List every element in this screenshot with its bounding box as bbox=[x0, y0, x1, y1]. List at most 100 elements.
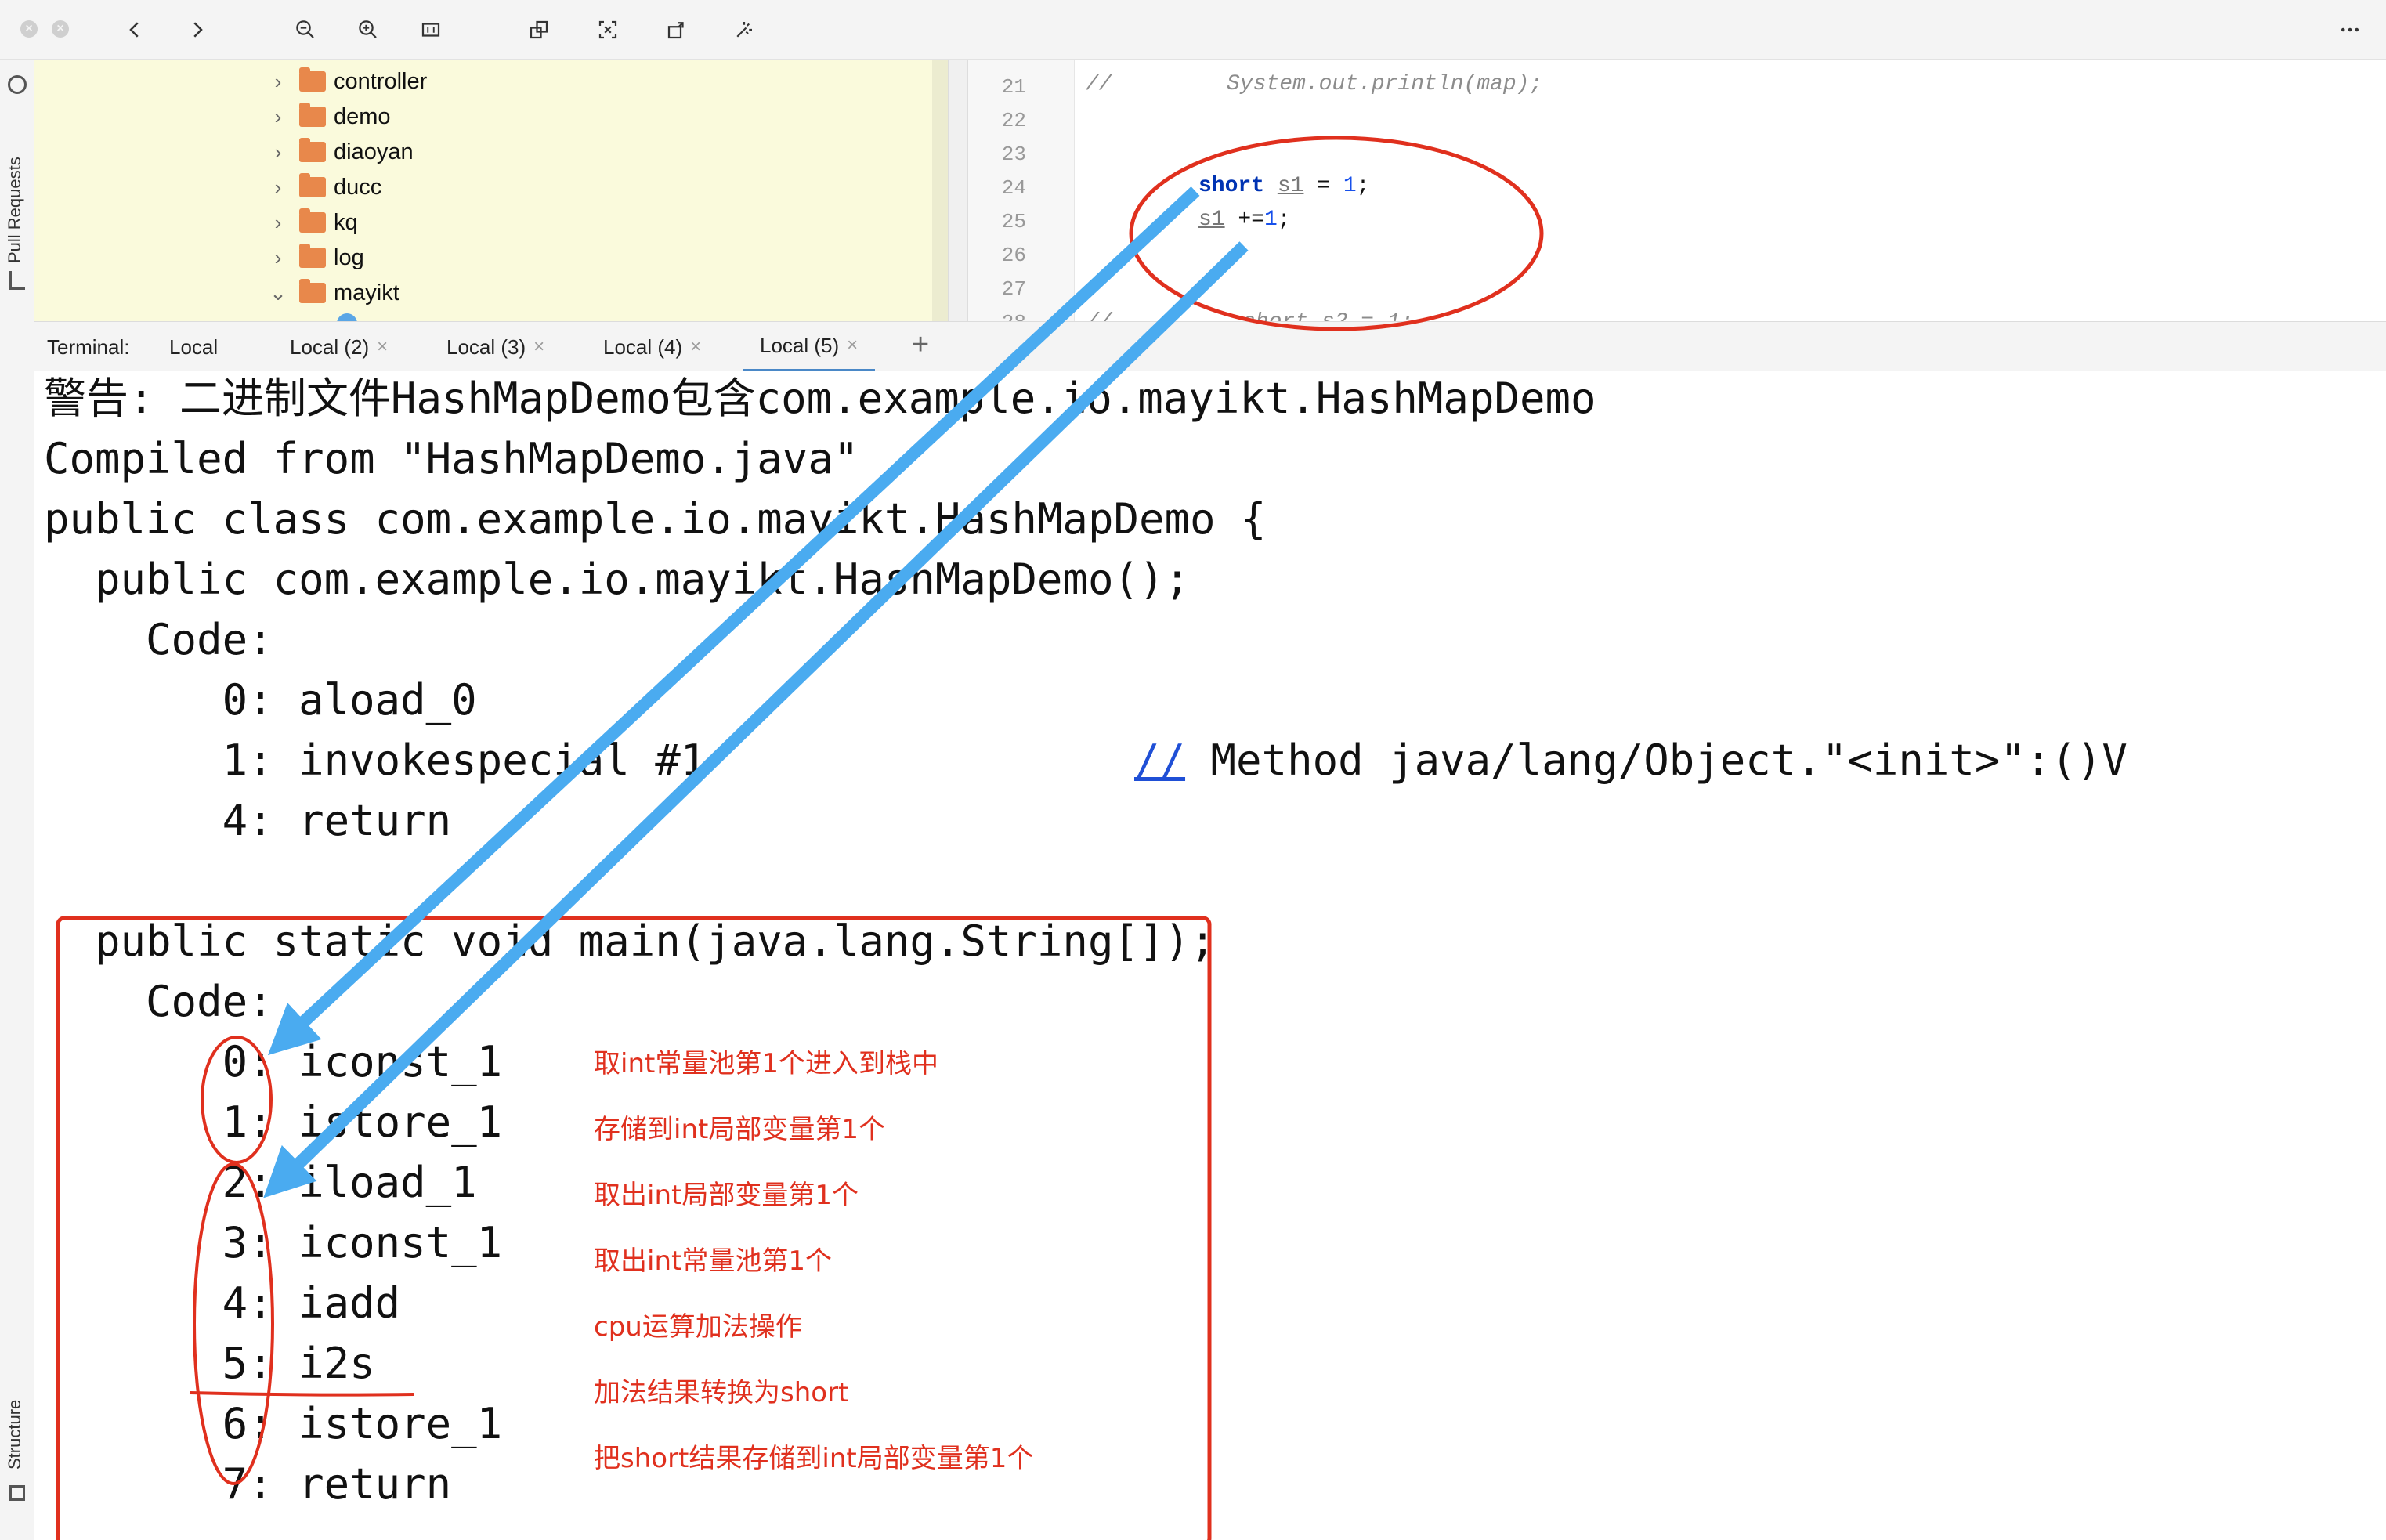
zoom-in-icon[interactable] bbox=[349, 11, 387, 49]
chevron-right-icon[interactable]: › bbox=[266, 246, 290, 270]
line-number: 27 bbox=[1001, 277, 1026, 301]
line-number: 25 bbox=[1001, 210, 1026, 233]
share-icon[interactable] bbox=[520, 11, 558, 49]
tree-item-log[interactable]: › log bbox=[266, 240, 364, 275]
line-number: 28 bbox=[979, 311, 1026, 321]
tree-item-label: kq bbox=[334, 209, 358, 235]
forward-icon[interactable] bbox=[179, 11, 216, 49]
tab-local-3[interactable]: Local (3) × bbox=[446, 322, 544, 372]
viewer-toolbar: × × bbox=[0, 0, 2386, 60]
back-icon[interactable] bbox=[116, 11, 154, 49]
pull-request-icon[interactable] bbox=[9, 271, 25, 290]
tree-item-mayikt[interactable]: ⌄ mayikt bbox=[266, 276, 399, 310]
terminal-line: 4: return bbox=[44, 796, 452, 845]
code-end: ; bbox=[1356, 174, 1370, 198]
left-tool-stripe: Pull Requests Structure bbox=[0, 60, 34, 1540]
terminal-line: 警告: 二进制文件HashMapDemo包含com.example.io.may… bbox=[44, 374, 1596, 423]
number: 1 bbox=[1343, 174, 1357, 198]
chevron-right-icon[interactable]: › bbox=[266, 105, 290, 129]
line-gutter: 21 22 23 24 25 26 27 28 bbox=[968, 60, 1075, 321]
code-line-25: s1 +=1; bbox=[1198, 208, 1291, 232]
tree-item-label: ducc bbox=[334, 174, 382, 200]
terminal-line: 1: invokespecial #1 bbox=[44, 736, 707, 785]
code-op: += bbox=[1224, 208, 1265, 232]
tree-item-ducc[interactable]: › ducc bbox=[266, 170, 381, 204]
tab-local[interactable]: Local bbox=[169, 322, 218, 372]
terminal-output[interactable]: 警告: 二进制文件HashMapDemo包含com.example.io.may… bbox=[34, 371, 2386, 1540]
number: 1 bbox=[1264, 208, 1278, 232]
tree-item-kq[interactable]: › kq bbox=[266, 205, 358, 240]
folder-icon bbox=[299, 103, 326, 127]
pull-requests-tab[interactable]: Pull Requests bbox=[5, 157, 25, 263]
fit-icon[interactable] bbox=[412, 11, 450, 49]
chevron-down-icon[interactable]: ⌄ bbox=[266, 281, 290, 305]
annotation-note: 取出int局部变量第1个 bbox=[594, 1180, 859, 1211]
terminal-label: Terminal: bbox=[47, 334, 130, 359]
chevron-right-icon[interactable]: › bbox=[266, 70, 290, 94]
panel-splitter[interactable] bbox=[948, 60, 968, 321]
add-tab-icon[interactable]: + bbox=[912, 328, 929, 362]
terminal-line: 6: istore_1 bbox=[44, 1399, 503, 1448]
terminal-tab-bar: Terminal: Local Local (2) × Local (3) × Lo… bbox=[34, 321, 2386, 372]
more-icon[interactable] bbox=[2331, 11, 2369, 49]
folder-icon bbox=[299, 244, 326, 268]
annotation-note: cpu运算加法操作 bbox=[594, 1311, 802, 1343]
settings-icon[interactable] bbox=[8, 75, 27, 94]
code-editor[interactable]: 21 22 23 24 25 26 27 28 // System.out.pr… bbox=[968, 60, 2386, 321]
comment-text: Method java/lang/Object."<init>":()V bbox=[1185, 736, 2128, 785]
terminal-line: Code: bbox=[44, 977, 273, 1026]
tree-item-demo[interactable]: › demo bbox=[266, 99, 391, 134]
tree-item-controller[interactable]: › controller bbox=[266, 64, 427, 99]
tab-label: Local (3) bbox=[446, 334, 526, 359]
chevron-right-icon[interactable]: › bbox=[266, 175, 290, 200]
tab-local-4[interactable]: Local (4) × bbox=[603, 322, 701, 372]
tab-local-2[interactable]: Local (2) × bbox=[290, 322, 388, 372]
tab-label: Local bbox=[169, 334, 219, 359]
tree-item-diaoyan[interactable]: › diaoyan bbox=[266, 135, 414, 169]
class-file-icon bbox=[337, 313, 357, 321]
annotation-note: 把short结果存储到int局部变量第1个 bbox=[594, 1443, 1034, 1474]
terminal-line: 7: return bbox=[44, 1459, 452, 1509]
comment-slashes[interactable]: // bbox=[1134, 736, 1185, 785]
close-tab-icon[interactable]: × bbox=[847, 334, 858, 356]
rotate-icon[interactable] bbox=[658, 11, 696, 49]
tab-local-5[interactable]: Local (5) × bbox=[743, 322, 876, 372]
folder-icon bbox=[299, 138, 326, 162]
markup-icon[interactable] bbox=[725, 11, 763, 49]
variable: s1 bbox=[1277, 174, 1304, 198]
tab-label: Local (5) bbox=[760, 333, 840, 357]
terminal-line: 0: iconst_1 bbox=[44, 1037, 503, 1086]
minimize-window-icon[interactable]: × bbox=[52, 20, 69, 38]
close-window-icon[interactable]: × bbox=[20, 20, 38, 38]
terminal-line: public class com.example.io.mayikt.HashM… bbox=[44, 494, 1267, 544]
crop-icon[interactable] bbox=[589, 11, 627, 49]
terminal-line: 0: aload_0 bbox=[44, 675, 477, 725]
folder-icon bbox=[299, 173, 326, 197]
variable: s1 bbox=[1198, 208, 1225, 232]
terminal-line: public com.example.io.mayikt.HashMapDemo… bbox=[44, 555, 1190, 604]
close-tab-icon[interactable]: × bbox=[690, 336, 701, 358]
folder-icon bbox=[299, 208, 326, 233]
zoom-out-icon[interactable] bbox=[287, 11, 324, 49]
code-comment: // bbox=[1086, 72, 1112, 96]
close-tab-icon[interactable]: × bbox=[533, 336, 544, 358]
tree-item-label: controller bbox=[334, 68, 428, 94]
annotation-note: 存储到int局部变量第1个 bbox=[594, 1114, 885, 1145]
tree-item-label: demo bbox=[334, 103, 391, 129]
chevron-right-icon[interactable]: › bbox=[266, 140, 290, 164]
tree-scrollbar[interactable] bbox=[932, 60, 948, 321]
annotation-note: 加法结果转换为short bbox=[594, 1377, 849, 1408]
structure-icon[interactable] bbox=[9, 1485, 25, 1501]
chevron-right-icon[interactable]: › bbox=[266, 211, 290, 235]
folder-icon bbox=[299, 67, 326, 92]
annotation-note: 取int常量池第1个进入到栈中 bbox=[594, 1048, 938, 1079]
keyword: short bbox=[1198, 174, 1265, 198]
terminal-line: 1: istore_1 bbox=[44, 1097, 503, 1147]
line-number: 23 bbox=[1001, 143, 1026, 166]
close-tab-icon[interactable]: × bbox=[377, 336, 388, 358]
folder-icon bbox=[299, 279, 326, 303]
code-line-24: short s1 = 1; bbox=[1198, 174, 1369, 198]
structure-tab[interactable]: Structure bbox=[5, 1400, 25, 1470]
line-number: 24 bbox=[1001, 176, 1026, 200]
terminal-line: Compiled from "HashMapDemo.java" bbox=[44, 434, 859, 483]
